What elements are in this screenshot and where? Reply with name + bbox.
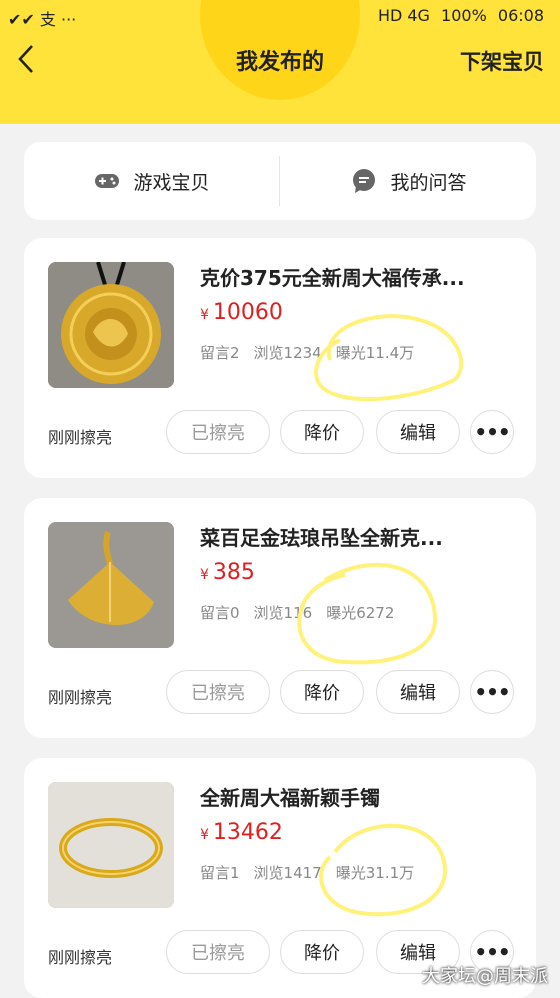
gamepad-icon [93, 167, 121, 195]
comment-count: 留言2 [200, 344, 240, 362]
currency-symbol: ¥ [200, 567, 209, 583]
exposure-count: 曝光11.4万 [335, 344, 415, 362]
notification-icons: ✔✔ 支 ··· [8, 10, 77, 29]
product-image-pendant[interactable] [48, 262, 174, 388]
product-image-bangle[interactable] [48, 782, 174, 908]
nav-bar: 我发布的 下架宝贝 [0, 34, 560, 86]
exposure-count: 曝光6272 [326, 604, 395, 622]
item-stats: 留言0 浏览116 曝光6272 [200, 602, 408, 623]
polished-button[interactable]: 已擦亮 [166, 410, 270, 454]
price-value: 10060 [212, 300, 283, 325]
tab-my-qa[interactable]: 我的问答 [281, 142, 536, 220]
clock: 06:08 [497, 6, 544, 25]
status-left: ✔✔ 支 ··· [8, 6, 82, 30]
watermark: 大家坛@周末派 [422, 966, 548, 987]
battery-level: 100% [441, 6, 487, 25]
item-stats: 留言1 浏览1417 曝光31.1万 [200, 862, 428, 883]
comment-count: 留言1 [200, 864, 240, 882]
currency-symbol: ¥ [200, 827, 209, 843]
tab-divider [279, 156, 280, 206]
tab-label: 游戏宝贝 [133, 171, 210, 194]
view-count: 浏览1234 [253, 344, 322, 362]
polished-button[interactable]: 已擦亮 [166, 930, 270, 974]
polish-status: 刚刚擦亮 [48, 688, 113, 707]
reduce-price-button[interactable]: 降价 [280, 670, 364, 714]
currency-symbol: ¥ [200, 307, 209, 323]
item-stats: 留言2 浏览1234 曝光11.4万 [200, 342, 428, 363]
product-price: ¥13462 [200, 820, 283, 845]
status-bar: ✔✔ 支 ··· HD 4G 100% 06:08 [0, 0, 560, 34]
comment-count: 留言0 [200, 604, 240, 622]
tab-game-items[interactable]: 游戏宝贝 [24, 142, 279, 220]
takedown-items-button[interactable]: 下架宝贝 [460, 46, 544, 76]
listing-card[interactable]: 菜百足金珐琅吊坠全新克... ¥385 留言0 浏览116 曝光6272 刚刚擦亮 … [24, 498, 536, 738]
category-tabs: 游戏宝贝 我的问答 [24, 142, 536, 220]
more-options-button[interactable]: ••• [470, 670, 514, 714]
polish-status: 刚刚擦亮 [48, 948, 113, 967]
product-image-ginkgo-pendant[interactable] [48, 522, 174, 648]
edit-button[interactable]: 编辑 [376, 410, 460, 454]
reduce-price-button[interactable]: 降价 [280, 930, 364, 974]
price-value: 385 [212, 560, 255, 585]
product-title[interactable]: 菜百足金珐琅吊坠全新克... [200, 522, 518, 551]
product-price: ¥385 [200, 560, 255, 585]
view-count: 浏览116 [253, 604, 313, 622]
more-options-button[interactable]: ••• [470, 410, 514, 454]
view-count: 浏览1417 [253, 864, 322, 882]
product-price: ¥10060 [200, 300, 283, 325]
product-title[interactable]: 全新周大福新颖手镯 [200, 782, 518, 811]
edit-button[interactable]: 编辑 [376, 670, 460, 714]
network-indicator: HD 4G [377, 6, 430, 25]
polish-status: 刚刚擦亮 [48, 428, 113, 447]
product-title[interactable]: 克价375元全新周大福传承... [200, 262, 518, 291]
chat-bubble-icon [350, 167, 378, 195]
reduce-price-button[interactable]: 降价 [280, 410, 364, 454]
listing-card[interactable]: 克价375元全新周大福传承... ¥10060 留言2 浏览1234 曝光11.4万… [24, 238, 536, 478]
price-value: 13462 [212, 820, 283, 845]
status-right: HD 4G 100% 06:08 [378, 6, 550, 25]
tab-label: 我的问答 [390, 171, 467, 194]
exposure-count: 曝光31.1万 [335, 864, 415, 882]
polished-button[interactable]: 已擦亮 [166, 670, 270, 714]
